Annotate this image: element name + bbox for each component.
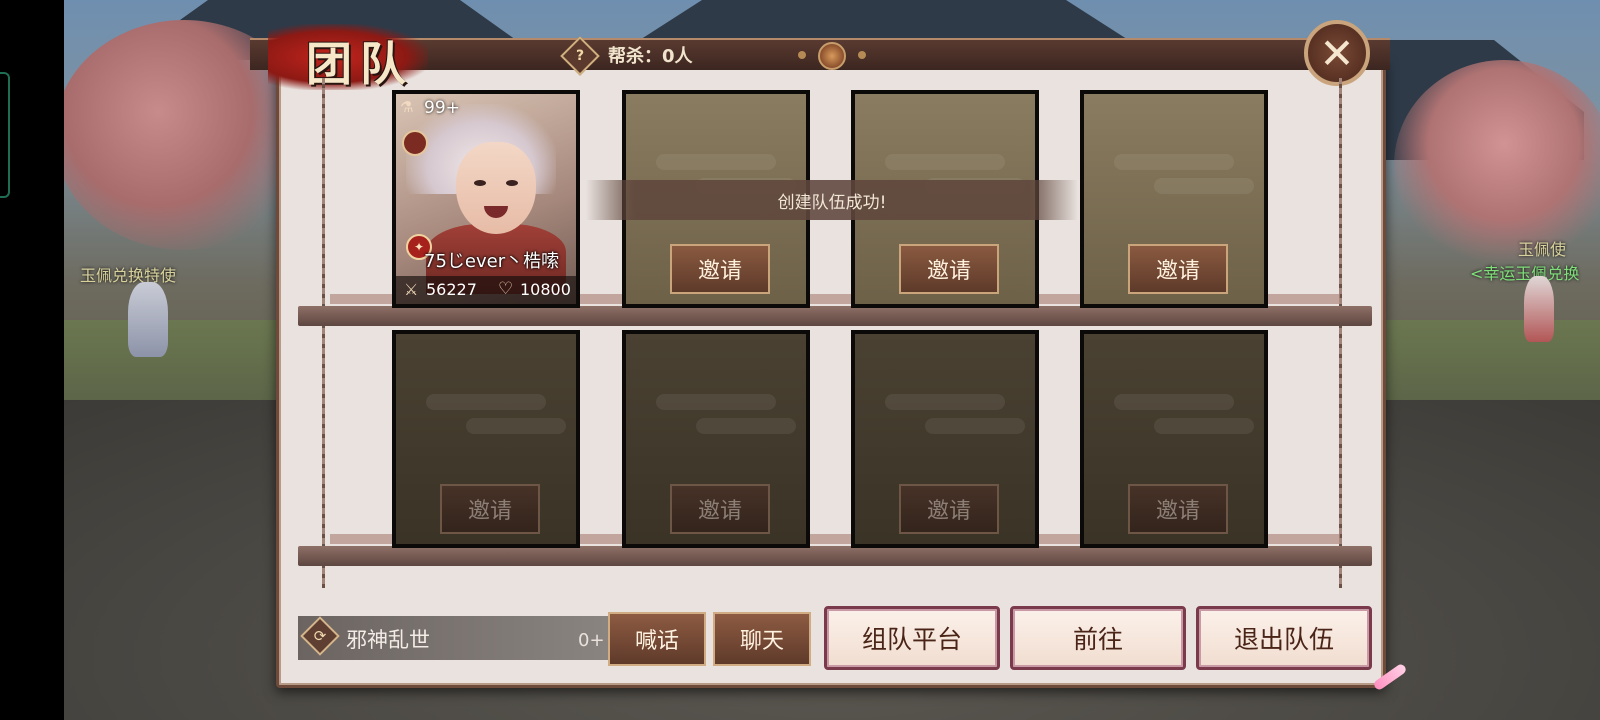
shelf-lower: [298, 546, 1372, 566]
member-count: 99+: [424, 98, 460, 118]
npc-sublabel-right: <幸运玉佩兑换: [1470, 264, 1580, 283]
team-slot-empty: 邀请: [1080, 90, 1268, 308]
shelf-upper: [298, 306, 1372, 326]
cloud-pattern: [925, 418, 1025, 434]
cloud-pattern: [466, 418, 566, 434]
team-slot-empty: 邀请: [1080, 330, 1268, 548]
side-handle[interactable]: [0, 72, 10, 198]
npc-label-left[interactable]: 玉佩兑换特使: [80, 262, 176, 286]
shout-button[interactable]: 喊话: [608, 612, 706, 666]
team-slot-empty: 邀请: [851, 330, 1039, 548]
cloud-pattern: [885, 394, 1005, 410]
guild-kill-count: 帮杀：0人: [608, 46, 693, 67]
cloud-pattern: [656, 154, 776, 170]
go-button[interactable]: 前往: [1010, 606, 1186, 670]
chat-channel-name: 邪神乱世: [346, 628, 430, 652]
team-member-card[interactable]: ⚗ 99+ ✦ 75じever丶梏嗦 ⚔ 56227 ♡ 10800: [392, 90, 580, 308]
badge-icon: [402, 130, 428, 156]
toast-message: 创建队伍成功!: [586, 180, 1078, 220]
header-ornament-dot: [798, 51, 806, 59]
header-ornament-dot: [858, 51, 866, 59]
close-icon: ✕: [1319, 28, 1355, 78]
invite-button-disabled[interactable]: 邀请: [440, 484, 540, 534]
cloud-pattern: [1154, 418, 1254, 434]
cloud-pattern: [696, 418, 796, 434]
cloud-pattern: [426, 394, 546, 410]
cloud-pattern: [885, 154, 1005, 170]
chat-button[interactable]: 聊天: [713, 612, 811, 666]
heart-icon: ♡: [498, 279, 514, 299]
member-stats: ⚔ 56227 ♡ 10800: [396, 276, 576, 304]
header-ornament-icon: [818, 42, 846, 70]
shelf-rope: [322, 78, 325, 588]
npc-figure-left[interactable]: [128, 282, 168, 357]
chat-channel-bar[interactable]: [298, 616, 608, 660]
team-slot-empty: 邀请: [392, 330, 580, 548]
close-button[interactable]: ✕: [1304, 20, 1370, 86]
npc-figure-right[interactable]: [1524, 276, 1554, 342]
team-platform-button[interactable]: 组队平台: [824, 606, 1000, 670]
cloud-pattern: [1114, 394, 1234, 410]
invite-button[interactable]: 邀请: [899, 244, 999, 294]
npc-label-right[interactable]: 玉佩使: [1518, 236, 1566, 260]
invite-button-disabled[interactable]: 邀请: [1128, 484, 1228, 534]
chat-channel-count: 0+: [578, 630, 605, 651]
team-slot-empty: 邀请: [622, 330, 810, 548]
invite-button-disabled[interactable]: 邀请: [899, 484, 999, 534]
flask-icon: ⚗: [400, 98, 414, 116]
character-portrait-face: [456, 142, 536, 234]
combat-power: 56227: [426, 280, 477, 299]
leave-team-button[interactable]: 退出队伍: [1196, 606, 1372, 670]
cloud-pattern: [656, 394, 776, 410]
sword-icon: ⚔: [404, 280, 419, 299]
invite-button[interactable]: 邀请: [670, 244, 770, 294]
health-value: 10800: [520, 280, 571, 299]
cloud-pattern: [1154, 178, 1254, 194]
cloud-pattern: [1114, 154, 1234, 170]
shelf-rope: [1339, 78, 1342, 588]
character-eye: [506, 180, 518, 186]
member-level-name: 75じever丶梏嗦: [424, 251, 560, 272]
invite-button-disabled[interactable]: 邀请: [670, 484, 770, 534]
character-eye: [474, 180, 486, 186]
invite-button[interactable]: 邀请: [1128, 244, 1228, 294]
